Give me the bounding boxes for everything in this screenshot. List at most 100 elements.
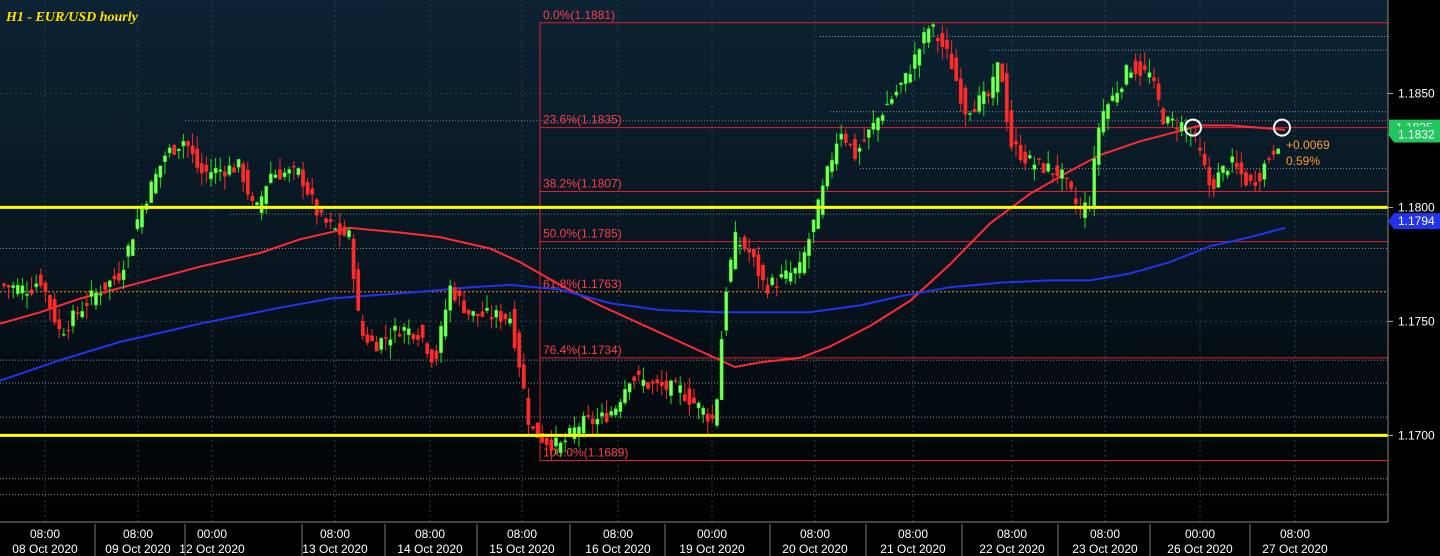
candle-body xyxy=(1119,88,1124,93)
candle-body xyxy=(604,413,609,422)
candle-body xyxy=(429,349,434,363)
candle-body xyxy=(1262,163,1267,180)
candle-body xyxy=(1193,132,1198,134)
candle-body xyxy=(912,54,917,69)
candle-body xyxy=(1124,64,1129,85)
candle-body xyxy=(747,249,752,253)
candle-body xyxy=(158,165,163,178)
candle-body xyxy=(1147,72,1152,78)
candle-body xyxy=(1138,61,1143,76)
candle-body xyxy=(1115,92,1120,103)
candle-body xyxy=(876,117,880,131)
candle-body xyxy=(1253,181,1258,186)
candle-body xyxy=(75,312,80,314)
candle-body xyxy=(2,283,6,286)
candle-body xyxy=(922,32,926,44)
candle-body xyxy=(1110,95,1115,102)
candle-body xyxy=(94,292,98,306)
candle-body xyxy=(692,397,696,404)
candle-body xyxy=(807,238,811,256)
candle-body xyxy=(788,272,793,282)
candle-body xyxy=(287,169,292,174)
candle-body xyxy=(1165,116,1170,124)
x-tick-time: 08:00 xyxy=(30,527,60,541)
x-tick-time: 08:00 xyxy=(320,527,350,541)
candle-body xyxy=(742,236,747,250)
candle-body xyxy=(705,413,710,422)
candle-body xyxy=(291,165,296,168)
candle-body xyxy=(388,339,393,346)
candle-body xyxy=(526,397,531,425)
candle-body xyxy=(1198,147,1202,151)
candle-body xyxy=(204,164,209,172)
candle-body xyxy=(1037,158,1041,160)
candle-body xyxy=(1267,158,1271,160)
candle-body xyxy=(71,310,75,327)
candle-body xyxy=(816,199,821,229)
candle-body xyxy=(351,238,356,279)
candle-body xyxy=(554,437,558,447)
candle-body xyxy=(765,284,770,294)
candle-body xyxy=(107,280,112,288)
candle-body xyxy=(889,98,894,104)
candle-body xyxy=(894,91,899,96)
candle-body xyxy=(434,350,439,359)
fib-label: 0.0%(1.1881) xyxy=(543,8,615,22)
candle-body xyxy=(682,394,687,401)
candle-body xyxy=(1211,179,1216,190)
candle-body xyxy=(337,223,342,235)
candle-body xyxy=(618,401,623,412)
candle-body xyxy=(834,143,839,165)
candle-body xyxy=(1170,118,1175,121)
candle-body xyxy=(222,171,227,177)
candle-body xyxy=(655,379,660,384)
candle-body xyxy=(1092,158,1097,207)
x-tick-date: 20 Oct 2020 xyxy=(782,542,848,556)
candle-body xyxy=(186,141,190,146)
candle-body xyxy=(365,334,370,343)
candle-body xyxy=(420,325,425,338)
x-tick-date: 12 Oct 2020 xyxy=(179,542,245,556)
candle-body xyxy=(333,228,338,230)
candle-body xyxy=(213,167,218,174)
candle-body xyxy=(687,388,692,405)
fib-label: 23.6%(1.1835) xyxy=(543,113,622,127)
candle-body xyxy=(117,273,121,281)
candle-body xyxy=(650,381,655,384)
y-tick-label: 1.1800 xyxy=(1398,200,1435,214)
candle-body xyxy=(273,174,278,178)
candle-body xyxy=(98,294,103,296)
candle-body xyxy=(328,219,333,222)
x-tick-time: 08:00 xyxy=(415,527,445,541)
candle-body xyxy=(627,383,632,393)
candle-body xyxy=(669,380,673,396)
candle-body xyxy=(319,209,324,213)
candle-body xyxy=(149,181,154,203)
candle-body xyxy=(595,418,600,425)
candle-body xyxy=(80,311,85,318)
candle-body xyxy=(521,364,526,389)
candle-body xyxy=(600,412,604,417)
candle-body xyxy=(241,163,246,182)
x-tick-time: 08:00 xyxy=(123,527,153,541)
candle-body xyxy=(963,87,968,115)
x-tick-time: 08:00 xyxy=(603,527,633,541)
candle-body xyxy=(1014,140,1018,145)
candle-body xyxy=(503,313,508,320)
candle-body xyxy=(664,380,669,390)
candle-body xyxy=(949,53,954,70)
candle-body xyxy=(1156,83,1161,100)
price-chart[interactable]: 0.0%(1.1881) 23.6%(1.1835) 38.2%(1.1807) 50… xyxy=(0,0,1440,556)
candle-body xyxy=(209,172,213,180)
candle-body xyxy=(264,186,269,204)
candle-body xyxy=(774,286,779,288)
candle-body xyxy=(121,269,126,281)
candle-body xyxy=(581,415,586,434)
candle-body xyxy=(701,407,706,415)
y-tick-label: 1.1750 xyxy=(1398,314,1435,328)
candle-body xyxy=(167,147,172,154)
candle-body xyxy=(696,402,701,409)
candle-body xyxy=(1023,151,1028,164)
candle-body xyxy=(903,72,908,84)
fib-label: 38.2%(1.1807) xyxy=(543,176,622,190)
